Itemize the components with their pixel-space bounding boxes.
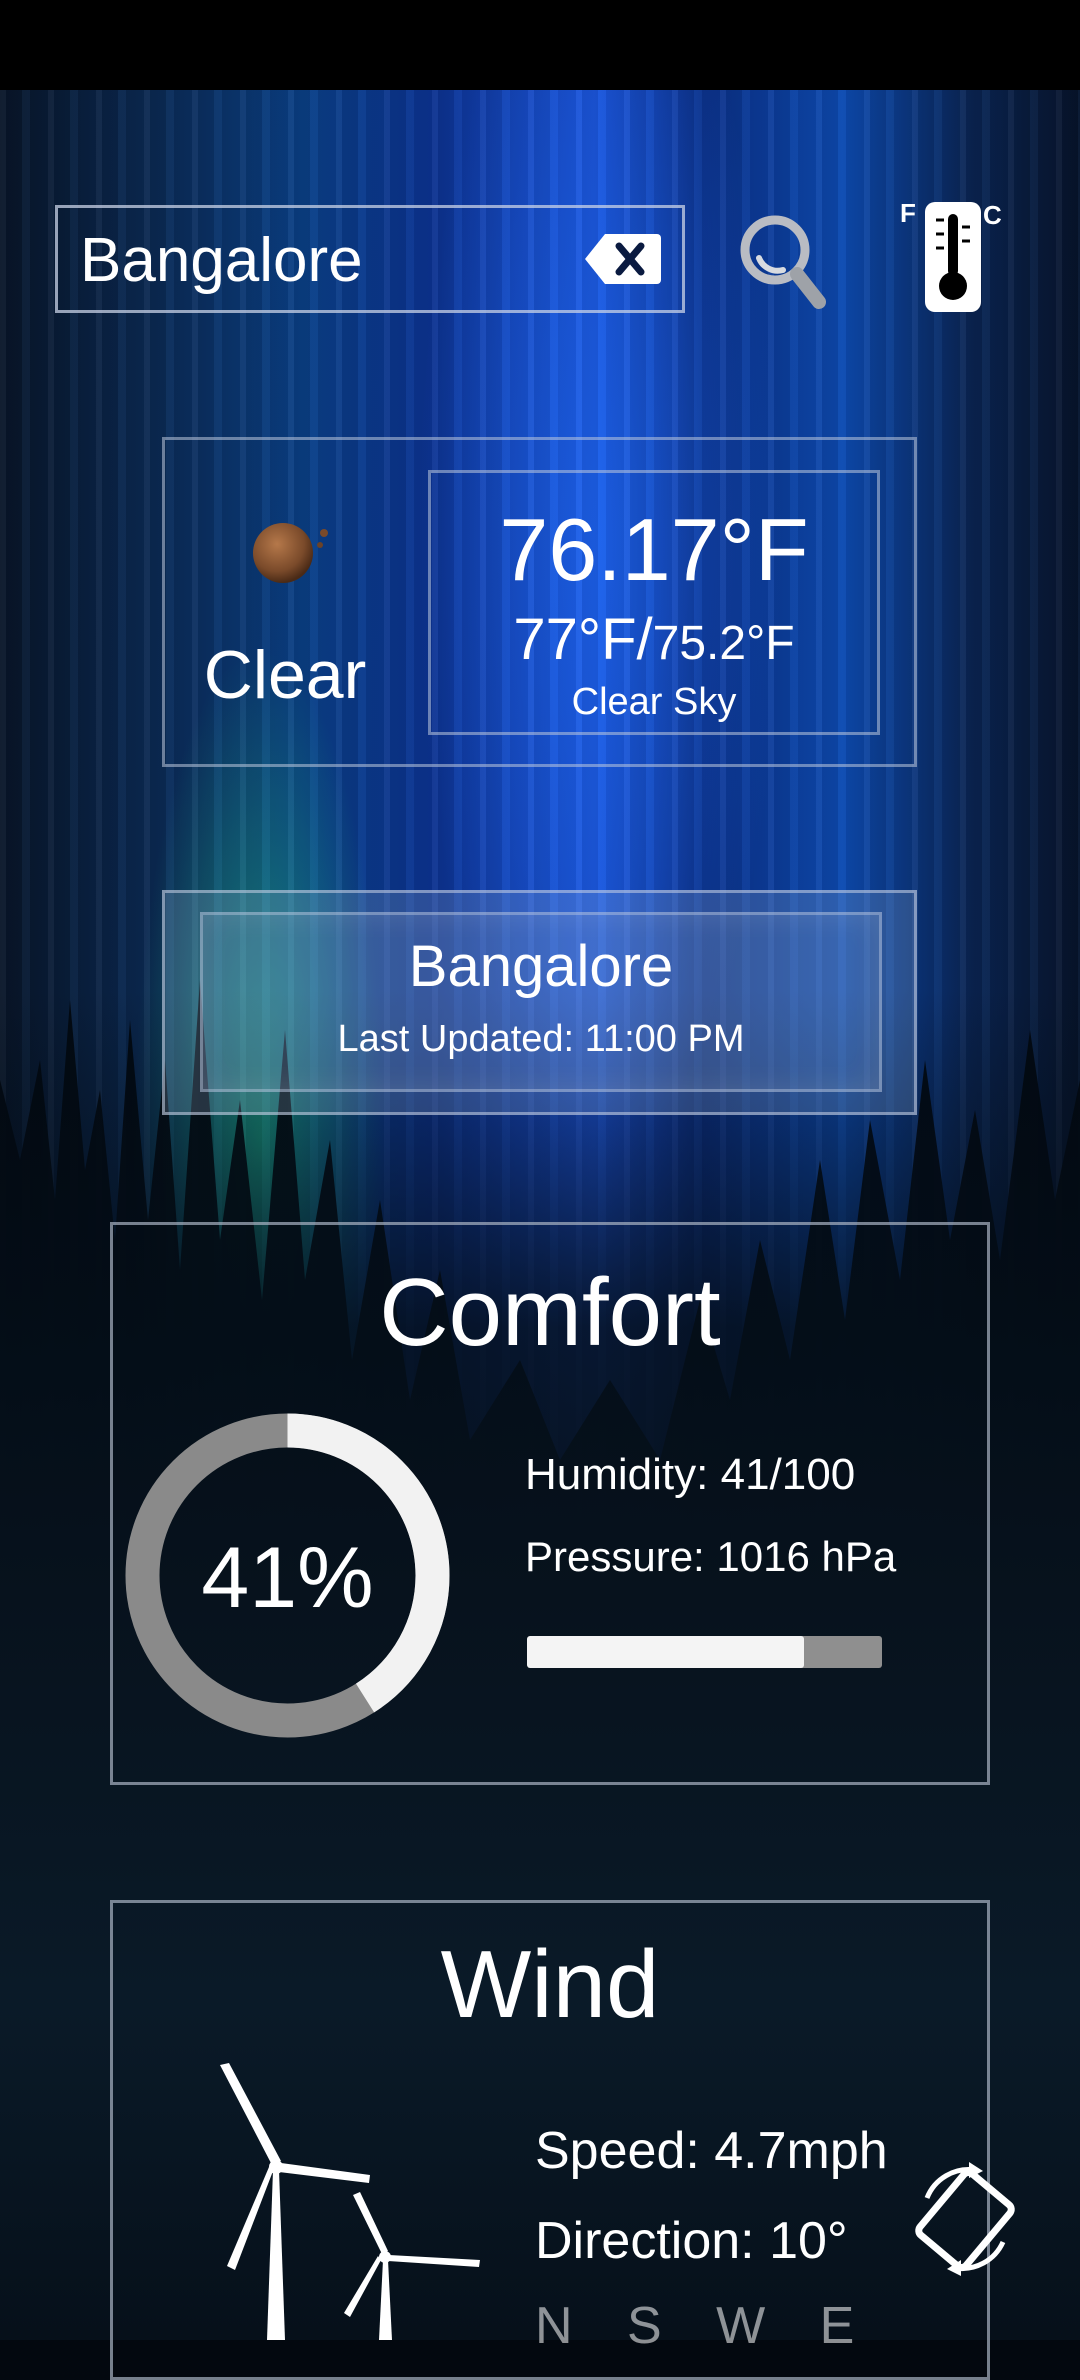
wind-title: Wind bbox=[440, 1931, 660, 2038]
status-bar bbox=[0, 0, 1080, 90]
pressure-progress-fill bbox=[527, 1636, 804, 1668]
pressure-progress-bar bbox=[527, 1636, 882, 1668]
magnifier-icon[interactable] bbox=[735, 210, 830, 315]
unit-c-label: C bbox=[983, 200, 1002, 230]
humidity-percent: 41% bbox=[201, 1530, 374, 1626]
temperature-range: 77°F/75.2°F bbox=[428, 605, 880, 679]
thermometer-icon: F C bbox=[900, 198, 1002, 312]
temperature-low: 75.2°F bbox=[652, 617, 795, 670]
last-updated-label: Last Updated: 11:00 PM bbox=[337, 1018, 745, 1060]
unit-toggle-button[interactable]: F C bbox=[898, 198, 1008, 316]
wind-direction-label: Direction: 10° bbox=[535, 2212, 848, 2270]
search-input-value: Bangalore bbox=[80, 226, 363, 295]
unit-f-label: F bbox=[900, 198, 916, 228]
wind-speed-label: Speed: 4.7mph bbox=[535, 2122, 888, 2180]
comfort-title: Comfort bbox=[379, 1259, 721, 1366]
humidity-label: Humidity: 41/100 bbox=[525, 1450, 856, 1499]
condition-label: Clear bbox=[203, 637, 367, 713]
wind-turbine-icon bbox=[220, 2063, 480, 2340]
compass-labels: N S W E bbox=[535, 2297, 875, 2355]
temperature-high: 77°F/ bbox=[513, 607, 653, 672]
moon-icon bbox=[253, 523, 328, 583]
pressure-label: Pressure: 1016 hPa bbox=[525, 1533, 897, 1580]
backspace-icon[interactable] bbox=[583, 232, 663, 286]
weather-description: Clear Sky bbox=[571, 681, 737, 723]
screen-rotate-icon[interactable] bbox=[905, 2158, 1025, 2280]
location-city: Bangalore bbox=[408, 934, 674, 999]
current-temperature: 76.17°F bbox=[499, 500, 809, 599]
